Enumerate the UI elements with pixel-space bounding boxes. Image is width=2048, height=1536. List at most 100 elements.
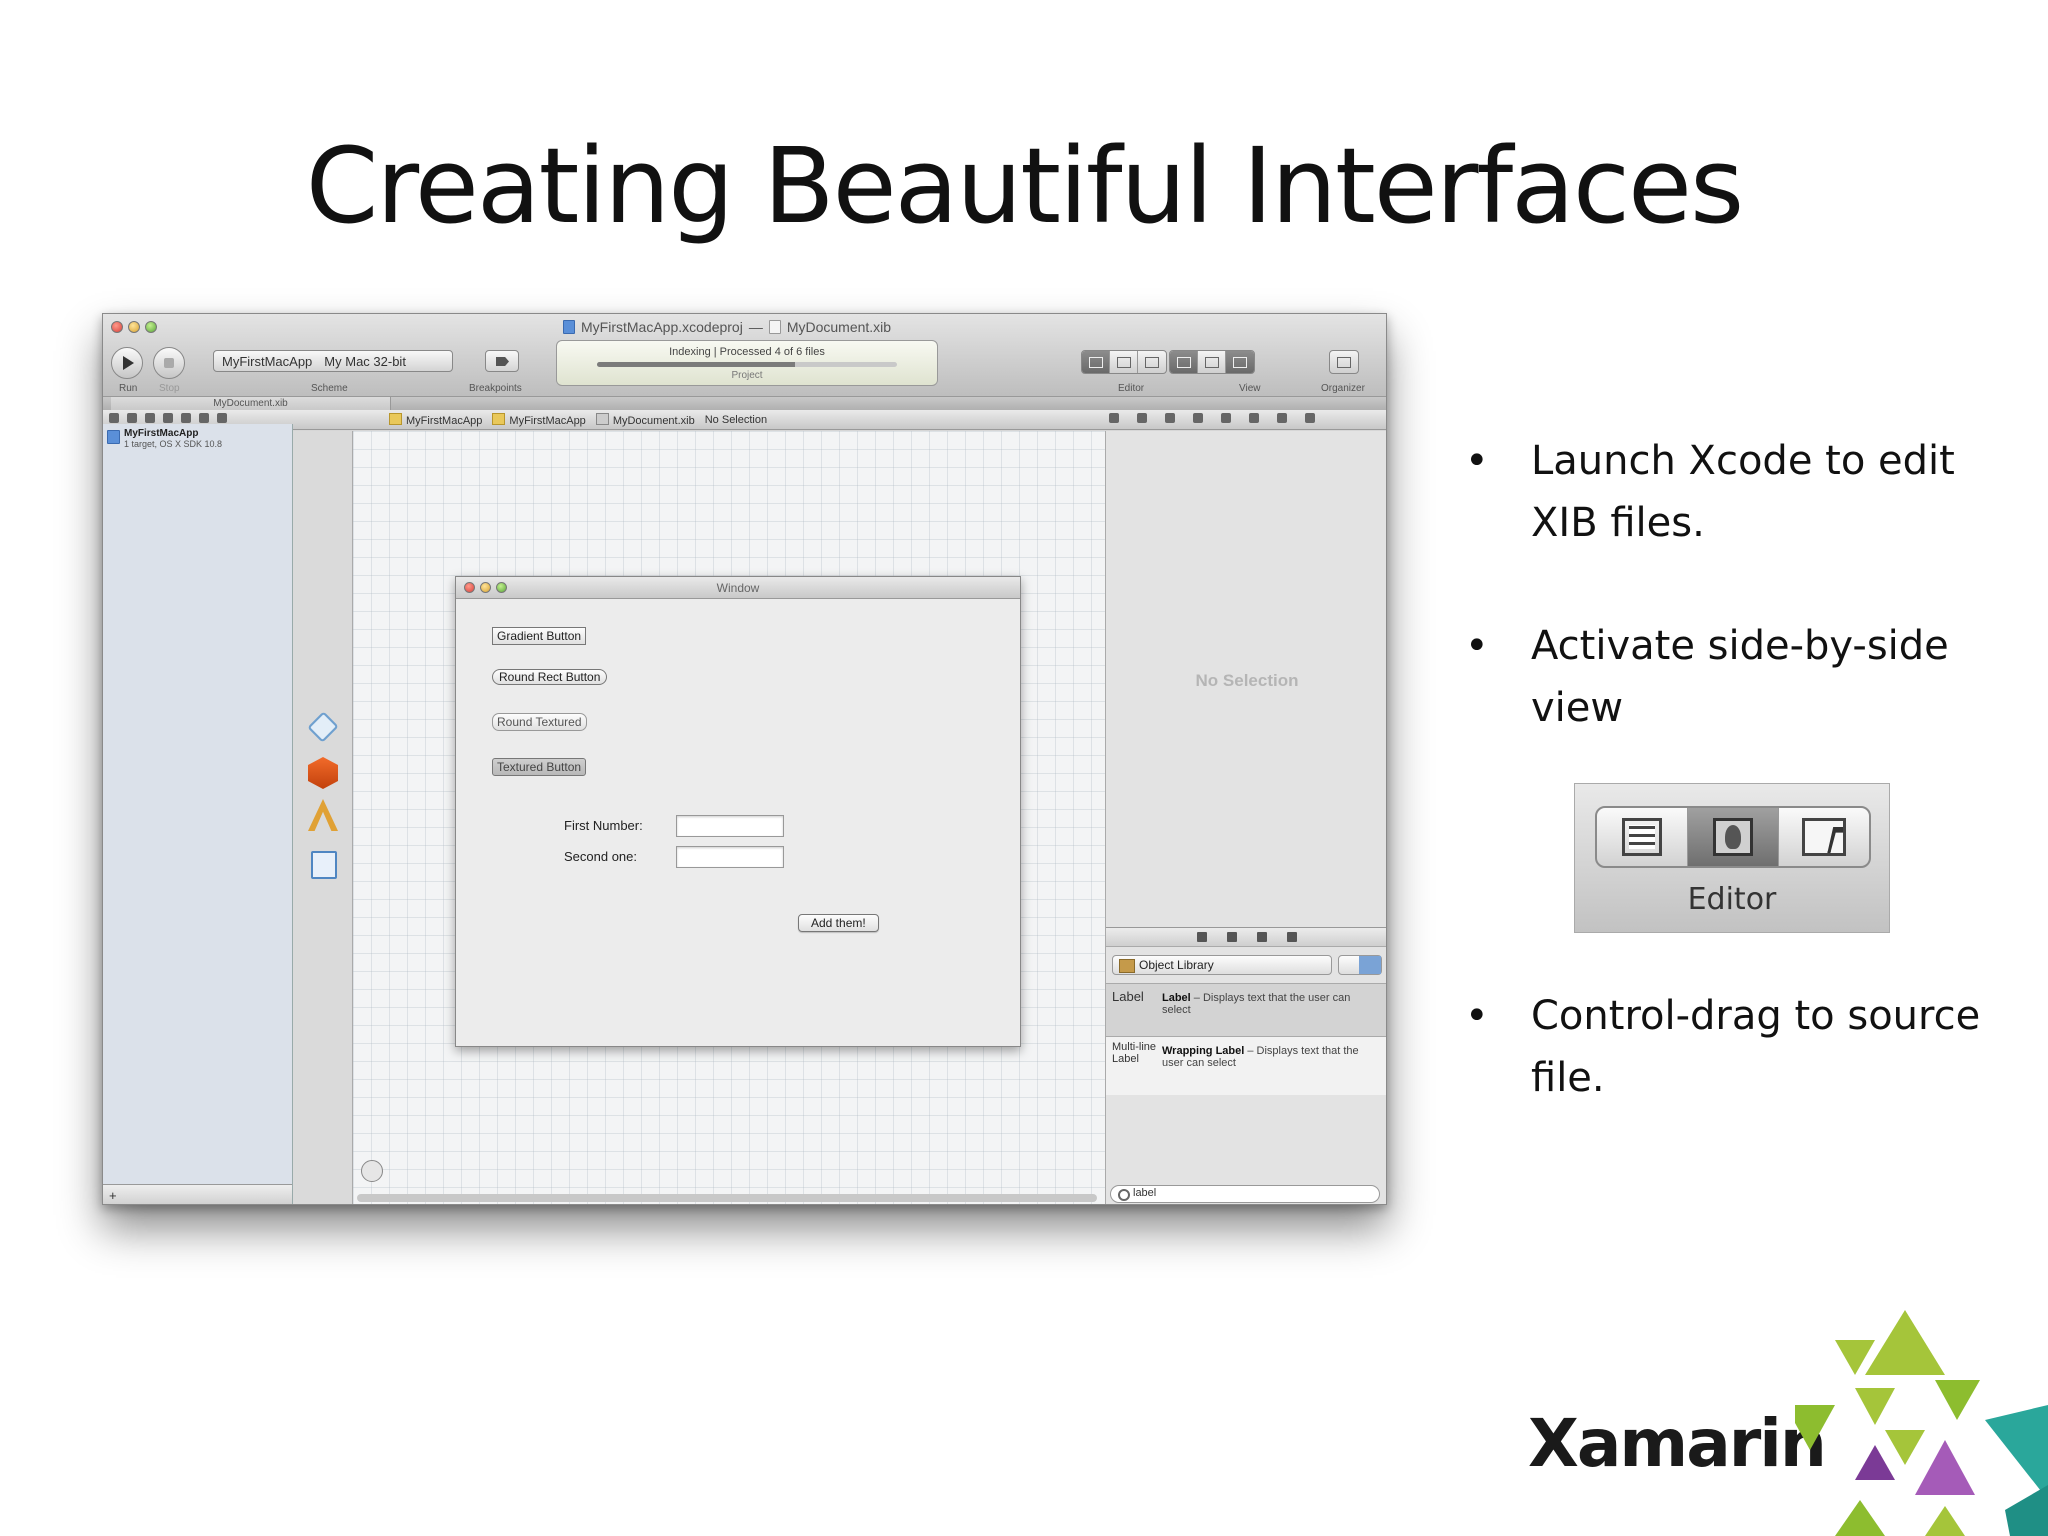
zoom-control[interactable]: [361, 1160, 383, 1182]
interface-builder-canvas[interactable]: Window Gradient Button Round Rect Button…: [353, 431, 1105, 1204]
activity-project: Project: [731, 370, 763, 381]
logo-triangle: [1835, 1500, 1885, 1536]
play-icon: [123, 356, 134, 370]
second-one-label: Second one:: [564, 849, 638, 864]
breadcrumb-selection[interactable]: No Selection: [705, 414, 767, 426]
attributes-inspector-icon[interactable]: [1193, 413, 1203, 423]
size-inspector-icon[interactable]: [1221, 413, 1231, 423]
organizer-icon: [1337, 356, 1351, 368]
breadcrumb-group[interactable]: MyFirstMacApp: [492, 413, 585, 427]
jump-bar: MyFirstMacApp MyFirstMacApp MyDocument.x…: [103, 410, 1386, 430]
log-navigator-icon[interactable]: [217, 413, 227, 423]
scheme-selector[interactable]: MyFirstMacApp My Mac 32-bit: [213, 350, 453, 372]
navigator-toggle[interactable]: [1170, 351, 1198, 373]
logo-triangle: [1915, 1440, 1975, 1495]
application-icon[interactable]: [308, 799, 338, 831]
assistant-editor-button-large[interactable]: [1688, 808, 1779, 866]
version-editor-button[interactable]: [1138, 351, 1166, 373]
ib-window[interactable]: Window Gradient Button Round Rect Button…: [455, 576, 1021, 1047]
logo-triangle: [1865, 1310, 1945, 1375]
project-subtitle: 1 target, OS X SDK 10.8: [124, 439, 223, 449]
object-library-icon[interactable]: [1257, 932, 1267, 942]
breakpoints-button[interactable]: [485, 350, 519, 372]
view-caption: View: [1239, 383, 1261, 394]
second-one-field[interactable]: [676, 846, 784, 868]
quick-help-icon[interactable]: [1137, 413, 1147, 423]
editor-caption: Editor: [1118, 383, 1145, 394]
bullet-item: Activate side-by-side view: [1465, 615, 2025, 739]
zoom-button[interactable]: [145, 321, 157, 333]
standard-editor-button-large[interactable]: [1597, 808, 1688, 866]
ib-dock: [293, 431, 353, 1204]
files-owner-icon[interactable]: [307, 711, 339, 743]
library-search-field[interactable]: label: [1110, 1185, 1380, 1203]
add-icon[interactable]: +: [109, 1188, 117, 1203]
media-library-icon[interactable]: [1287, 932, 1297, 942]
minimize-button[interactable]: [128, 321, 140, 333]
file-inspector-icon[interactable]: [1109, 413, 1119, 423]
first-number-label: First Number:: [564, 818, 643, 833]
file-template-library-icon[interactable]: [1197, 932, 1207, 942]
canvas-scrollbar[interactable]: [357, 1194, 1097, 1202]
issue-navigator-icon[interactable]: [163, 413, 173, 423]
ib-window-title: Window: [716, 581, 760, 595]
breakpoint-navigator-icon[interactable]: [199, 413, 209, 423]
first-number-field[interactable]: [676, 815, 784, 837]
code-snippet-library-icon[interactable]: [1227, 932, 1237, 942]
standard-editor-icon: [1088, 356, 1103, 368]
project-navigator: MyFirstMacApp 1 target, OS X SDK 10.8 +: [103, 424, 293, 1204]
textured-button[interactable]: Textured Button: [492, 758, 587, 776]
breadcrumb-project[interactable]: MyFirstMacApp: [389, 413, 482, 427]
close-button[interactable]: [111, 321, 123, 333]
search-navigator-icon[interactable]: [145, 413, 155, 423]
xamarin-wordmark: Xamarin: [1528, 1405, 1827, 1482]
assistant-editor-icon: [1116, 356, 1131, 368]
project-item[interactable]: MyFirstMacApp 1 target, OS X SDK 10.8: [107, 428, 222, 450]
logo-triangle: [1795, 1405, 1835, 1450]
logo-triangle: [2005, 1485, 2048, 1536]
version-editor-button-large[interactable]: [1779, 808, 1869, 866]
first-responder-icon[interactable]: [308, 757, 338, 789]
effects-inspector-icon[interactable]: [1305, 413, 1315, 423]
round-rect-button[interactable]: Round Rect Button: [492, 669, 608, 685]
library-popup[interactable]: Object Library: [1112, 955, 1332, 975]
xcode-window: MyFirstMacApp.xcodeproj — MyDocument.xib…: [102, 313, 1387, 1205]
debug-area-toggle[interactable]: [1198, 351, 1226, 373]
stop-button[interactable]: [153, 347, 185, 379]
editor-control-closeup: Editor: [1574, 783, 1890, 933]
xib-file-icon: [768, 320, 781, 334]
stop-caption: Stop: [159, 383, 180, 394]
inspector-selector-bar: [1109, 413, 1315, 423]
breadcrumb-file[interactable]: MyDocument.xib: [596, 413, 695, 427]
activity-status: Indexing | Processed 4 of 6 files: [669, 346, 825, 358]
gradient-button[interactable]: Gradient Button: [492, 627, 587, 645]
identity-inspector-icon[interactable]: [1165, 413, 1175, 423]
organizer-button[interactable]: [1329, 350, 1359, 374]
run-button[interactable]: [111, 347, 143, 379]
library-item-sample: Label: [1112, 989, 1144, 1004]
standard-editor-button[interactable]: [1082, 351, 1110, 373]
logo-triangle: [1855, 1445, 1895, 1480]
debug-navigator-icon[interactable]: [181, 413, 191, 423]
add-them-button[interactable]: Add them!: [798, 914, 879, 932]
tab-mydocument[interactable]: MyDocument.xib: [111, 397, 391, 410]
project-navigator-icon[interactable]: [109, 413, 119, 423]
assistant-editor-button[interactable]: [1110, 351, 1138, 373]
round-textured-button[interactable]: Round Textured: [492, 713, 587, 731]
library-item-label[interactable]: Label Label – Displays text that the use…: [1106, 983, 1386, 1037]
window-object-icon[interactable]: [311, 851, 337, 879]
symbol-navigator-icon[interactable]: [127, 413, 137, 423]
project-icon: [107, 430, 120, 444]
activity-progress-fill: [597, 362, 795, 367]
inspector-no-selection: No Selection: [1195, 671, 1299, 690]
logo-triangle: [1935, 1380, 1980, 1420]
logo-triangle: [1925, 1506, 1965, 1536]
view-segmented-control: [1169, 350, 1255, 374]
version-editor-icon: [1802, 818, 1846, 856]
library-view-toggle[interactable]: [1338, 955, 1382, 975]
connections-inspector-icon[interactable]: [1249, 413, 1259, 423]
library-item-wrapping-label[interactable]: Multi-line Label Wrapping Label – Displa…: [1106, 1037, 1386, 1095]
utilities-toggle[interactable]: [1226, 351, 1254, 373]
editor-caption-large: Editor: [1687, 882, 1777, 917]
bindings-inspector-icon[interactable]: [1277, 413, 1287, 423]
